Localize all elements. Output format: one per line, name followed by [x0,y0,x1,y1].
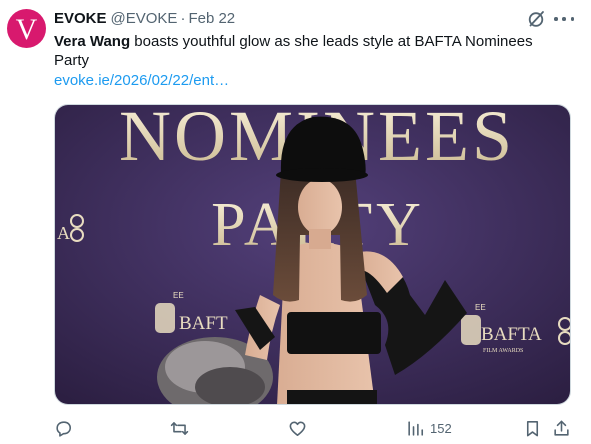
tweet-media-image[interactable]: NOMINEES PARTY A EE BAFT EE BAFTA FILM A… [54,104,571,405]
bookmark-icon [526,420,539,436]
separator: · [180,10,186,27]
repost-icon [170,421,189,435]
reply-button[interactable] [54,416,73,440]
tweet-text-bold: Vera Wang [54,33,131,50]
bafta-text-left: BAFT [179,313,228,334]
tweet-card[interactable]: V EVOKE @EVOKE · Feb 22 Vera Wang boasts yo… [0,0,591,444]
tweet-header: EVOKE @EVOKE · Feb 22 [54,10,235,28]
photo-canvas: NOMINEES PARTY A EE BAFT EE BAFTA FILM A… [55,105,570,404]
ee-small-right: EE [475,303,486,312]
bookmark-button[interactable] [523,416,542,440]
grok-icon[interactable] [526,9,546,29]
action-bar: 152 [54,416,571,440]
share-icon [554,420,569,436]
tweet-date[interactable]: Feb 22 [188,10,235,27]
more-dot [562,17,566,21]
more-icon[interactable] [554,9,574,29]
display-name[interactable]: EVOKE [54,10,107,27]
share-button[interactable] [552,416,571,440]
more-dot [570,17,574,21]
like-icon [289,421,306,436]
ee-small-left: EE [173,291,184,300]
user-handle[interactable]: @EVOKE [111,10,178,27]
article-link[interactable]: evoke.ie/2026/02/22/ent… [54,71,229,90]
avatar[interactable]: V [7,9,46,48]
bafta-text-right: BAFTA [481,324,542,345]
reply-icon [56,420,72,437]
views-button[interactable]: 152 [406,416,452,440]
tweet-text: Vera Wang boasts youthful glow as she le… [54,32,564,70]
views-icon [408,420,424,436]
bafta-subtitle-right: FILM AWARDS [483,348,523,354]
like-button[interactable] [288,416,307,440]
left-edge-letter: A [57,223,70,243]
more-dot [554,17,558,21]
repost-button[interactable] [170,416,189,440]
avatar-letter: V [15,12,38,46]
views-count: 152 [430,420,452,436]
